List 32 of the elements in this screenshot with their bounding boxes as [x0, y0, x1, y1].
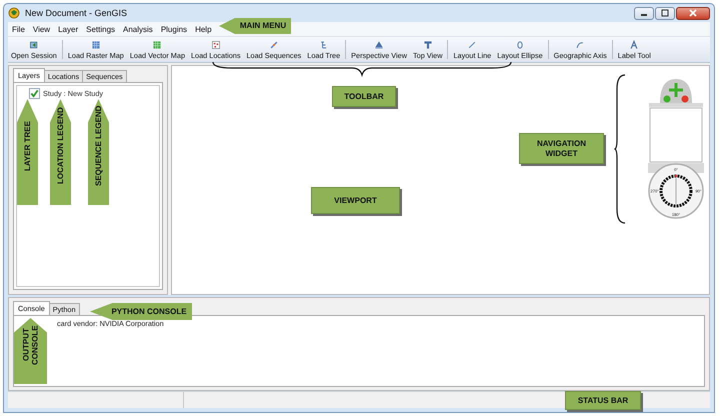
callout-label: VIEWPORT: [311, 187, 400, 214]
letter-t-icon: [422, 40, 433, 50]
close-icon: [688, 9, 698, 17]
dots-icon: [210, 40, 221, 50]
menu-item[interactable]: Plugins: [156, 24, 192, 34]
link-icon: [268, 40, 279, 50]
pyramid-icon: [374, 40, 384, 50]
close-button[interactable]: [676, 6, 710, 20]
letter-a-icon: [629, 40, 640, 50]
curve-icon: [575, 40, 586, 50]
callout-label: TOOLBAR: [332, 86, 396, 107]
grid-icon: [90, 40, 101, 50]
callout-label: PYTHON CONSOLE: [90, 303, 192, 320]
menu-item[interactable]: Analysis: [119, 24, 157, 34]
callout-label: STATUS BAR: [565, 391, 641, 410]
window-title: New Document - GenGIS: [25, 8, 128, 18]
checkmark-icon: [30, 89, 39, 98]
menu-item[interactable]: File: [8, 24, 29, 34]
maximize-button[interactable]: [655, 6, 675, 20]
callout-label: NAVIGATION WIDGET: [519, 133, 604, 164]
menu-item[interactable]: Help: [191, 24, 216, 34]
grid-icon: [152, 40, 162, 50]
minimize-button[interactable]: [634, 6, 654, 20]
callout-label: MAIN MENU: [219, 18, 291, 34]
maximize-icon: [660, 9, 670, 17]
menu-item[interactable]: Layer: [54, 24, 82, 34]
ellipse-icon: [514, 40, 525, 50]
checkbox[interactable]: [29, 88, 40, 99]
menu-item[interactable]: Settings: [82, 24, 120, 34]
menu-item[interactable]: View: [28, 24, 54, 34]
line-icon: [467, 40, 478, 50]
globe-icon: [8, 7, 20, 19]
